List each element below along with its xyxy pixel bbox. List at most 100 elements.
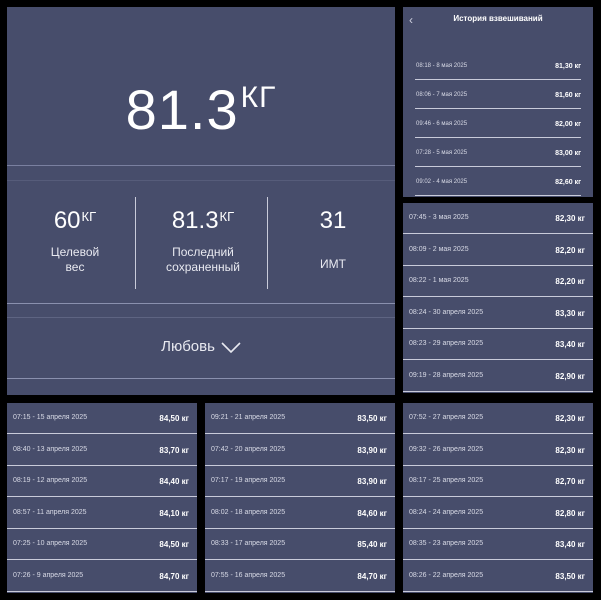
history-list: 07:45 - 3 мая 2025 82,30 кг 08:09 - 2 мая … <box>403 203 593 392</box>
history-list: 07:52 - 27 апреля 2025 82,30 кг 09:32 - 26… <box>403 403 593 592</box>
history-entry[interactable]: 08:09 - 2 мая 2025 82,20 кг <box>403 235 593 267</box>
history-entry[interactable]: 08:40 - 13 апреля 2025 83,70 кг <box>7 435 197 467</box>
entry-date: 07:26 - 9 апреля 2025 <box>13 571 84 579</box>
entry-weight: 84,10 кг <box>159 508 189 518</box>
history-entry[interactable]: 07:45 - 3 мая 2025 82,30 кг <box>403 203 593 235</box>
history-entry[interactable]: 08:26 - 22 апреля 2025 83,50 кг <box>403 561 593 593</box>
history-entry[interactable]: 08:19 - 12 апреля 2025 84,40 кг <box>7 466 197 498</box>
target-weight-label: вес <box>65 260 85 274</box>
history-entry[interactable]: 08:23 - 29 апреля 2025 83,40 кг <box>403 329 593 361</box>
last-saved-unit: КГ <box>219 209 235 224</box>
entry-weight: 83,90 кг <box>357 477 387 486</box>
target-weight-value: 60 <box>53 207 81 234</box>
history-entry[interactable]: 07:17 - 19 апреля 2025 83,90 кг <box>205 466 395 498</box>
chevron-down-icon <box>221 342 241 354</box>
current-weight-display: 81.3КГ <box>7 77 395 142</box>
history-entry[interactable]: 08:24 - 30 апреля 2025 83,30 кг <box>403 298 593 330</box>
history-entry[interactable]: 08:06 - 7 мая 2025 81,60 кг <box>403 82 593 111</box>
entry-weight: 82,30 кг <box>555 414 585 423</box>
target-weight-label: Целевой <box>50 245 100 259</box>
history-list: 07:15 - 15 апреля 2025 84,50 кг 08:40 - 13… <box>7 403 197 592</box>
entry-weight: 83,00 кг <box>555 150 581 157</box>
entry-date: 07:55 - 16 апреля 2025 <box>211 571 286 579</box>
entry-weight: 84,40 кг <box>159 477 189 486</box>
entry-weight: 82,30 кг <box>555 445 585 455</box>
entry-date: 07:28 - 5 мая 2025 <box>416 150 468 156</box>
divider <box>7 180 395 181</box>
history-list: 08:18 - 8 мая 2025 81,30 кг 08:06 - 7 мая … <box>403 53 593 197</box>
entry-date: 08:19 - 12 апреля 2025 <box>13 477 88 484</box>
weighing-history-panel: ‹ История взвешиваний 08:18 - 8 мая 2025… <box>403 7 593 197</box>
bmi-stat: 31 ИМТ <box>269 207 395 272</box>
history-list-panel: 09:21 - 21 апреля 2025 83,50 кг 07:42 - 20… <box>205 403 395 593</box>
history-header: ‹ История взвешиваний <box>403 7 593 31</box>
profile-name: Любовь <box>161 338 215 355</box>
history-entry[interactable]: 08:24 - 24 апреля 2025 82,80 кг <box>403 498 593 530</box>
entry-date: 08:57 - 11 апреля 2025 <box>13 508 87 516</box>
history-title: История взвешиваний <box>453 14 543 23</box>
entry-date: 08:33 - 17 апреля 2025 <box>211 540 286 547</box>
entry-date: 07:15 - 15 апреля 2025 <box>13 414 88 421</box>
history-entry[interactable]: 09:21 - 21 апреля 2025 83,50 кг <box>205 403 395 435</box>
history-entry[interactable]: 08:35 - 23 апреля 2025 83,40 кг <box>403 529 593 561</box>
entry-weight: 82,20 кг <box>555 277 585 286</box>
history-entry[interactable]: 08:57 - 11 апреля 2025 84,10 кг <box>7 498 197 530</box>
history-entry[interactable]: 09:19 - 28 апреля 2025 82,90 кг <box>403 361 593 393</box>
entry-weight: 82,20 кг <box>555 245 585 255</box>
history-entry[interactable]: 08:22 - 1 мая 2025 82,20 кг <box>403 266 593 298</box>
last-saved-label: сохраненный <box>166 260 240 274</box>
history-entry[interactable]: 07:26 - 9 апреля 2025 84,70 кг <box>7 561 197 593</box>
current-weight-unit: КГ <box>240 81 277 114</box>
last-saved-value: 81.3 <box>171 207 219 234</box>
entry-weight: 82,00 кг <box>555 121 581 128</box>
target-weight-stat: 60КГ Целевой вес <box>11 207 139 275</box>
history-list-panel: 07:15 - 15 апреля 2025 84,50 кг 08:40 - 13… <box>7 403 197 593</box>
history-entry[interactable]: 09:02 - 4 мая 2025 82,60 кг <box>403 169 593 197</box>
entry-date: 08:40 - 13 апреля 2025 <box>13 445 88 453</box>
divider <box>7 317 395 318</box>
history-entry[interactable]: 09:32 - 26 апреля 2025 82,30 кг <box>403 435 593 467</box>
history-entry[interactable]: 09:46 - 6 мая 2025 82,00 кг <box>403 111 593 140</box>
divider <box>7 165 395 166</box>
row-divider <box>415 166 581 167</box>
last-saved-label: Последний <box>172 245 234 259</box>
entry-weight: 85,40 кг <box>357 540 387 549</box>
row-divider <box>415 195 581 196</box>
history-entry[interactable]: 08:18 - 8 мая 2025 81,30 кг <box>403 53 593 82</box>
row-divider <box>7 590 197 592</box>
entry-weight: 83,40 кг <box>555 340 585 349</box>
history-entry[interactable]: 07:15 - 15 апреля 2025 84,50 кг <box>7 403 197 435</box>
entry-weight: 82,90 кг <box>555 371 585 381</box>
profile-selector[interactable]: Любовь <box>7 338 395 355</box>
entry-weight: 81,30 кг <box>555 63 581 70</box>
history-entry[interactable]: 07:28 - 5 мая 2025 83,00 кг <box>403 140 593 169</box>
entry-weight: 83,70 кг <box>159 445 189 455</box>
row-divider <box>403 590 593 592</box>
entry-date: 08:18 - 8 мая 2025 <box>416 63 468 69</box>
last-saved-stat: 81.3КГ Последний сохраненный <box>139 207 267 275</box>
entry-date: 08:35 - 23 апреля 2025 <box>409 540 484 547</box>
history-list-panel: 07:45 - 3 мая 2025 82,30 кг 08:09 - 2 мая … <box>403 203 593 393</box>
entry-date: 08:24 - 24 апреля 2025 <box>409 508 484 516</box>
entry-date: 07:52 - 27 апреля 2025 <box>409 414 484 421</box>
entry-weight: 82,80 кг <box>555 508 585 518</box>
entry-date: 07:25 - 10 апреля 2025 <box>13 540 88 547</box>
entry-weight: 84,70 кг <box>159 571 189 581</box>
entry-weight: 83,50 кг <box>357 414 387 423</box>
history-entry[interactable]: 08:33 - 17 апреля 2025 85,40 кг <box>205 529 395 561</box>
row-divider <box>415 137 581 138</box>
history-entry[interactable]: 08:02 - 18 апреля 2025 84,60 кг <box>205 498 395 530</box>
history-entry[interactable]: 07:25 - 10 апреля 2025 84,50 кг <box>7 529 197 561</box>
row-divider <box>403 390 593 392</box>
entry-date: 08:09 - 2 мая 2025 <box>409 245 469 253</box>
entry-weight: 82,30 кг <box>555 214 585 223</box>
entry-date: 09:02 - 4 мая 2025 <box>416 179 468 185</box>
entry-weight: 83,40 кг <box>555 540 585 549</box>
history-entry[interactable]: 07:42 - 20 апреля 2025 83,90 кг <box>205 435 395 467</box>
entry-date: 08:24 - 30 апреля 2025 <box>409 308 484 316</box>
entry-date: 08:26 - 22 апреля 2025 <box>409 571 484 579</box>
history-entry[interactable]: 07:52 - 27 апреля 2025 82,30 кг <box>403 403 593 435</box>
entry-date: 09:46 - 6 мая 2025 <box>416 121 468 127</box>
history-entry[interactable]: 07:55 - 16 апреля 2025 84,70 кг <box>205 561 395 593</box>
history-entry[interactable]: 08:17 - 25 апреля 2025 82,70 кг <box>403 466 593 498</box>
